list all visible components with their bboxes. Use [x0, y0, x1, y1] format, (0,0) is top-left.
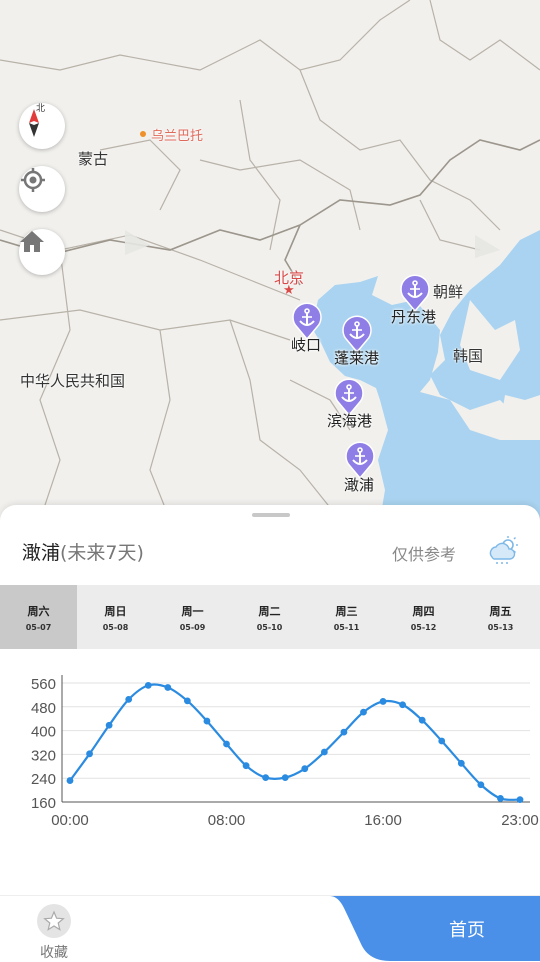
home-map-button[interactable]	[19, 229, 65, 275]
day-date: 05-08	[102, 623, 129, 632]
tide-data-point	[144, 681, 152, 689]
tide-data-point	[379, 698, 387, 705]
day-weekday: 周二	[258, 605, 281, 618]
locate-icon	[21, 168, 45, 192]
map-label-ulaanbaatar: 乌兰巴托	[151, 129, 204, 144]
compass-north-label: 北	[36, 104, 46, 114]
tide-data-point	[418, 716, 426, 724]
tide-panel: 澉浦(未来7天) 仅供参考 周六 05-07 周日 05-08 周一 05-09…	[0, 505, 540, 960]
tide-data-point	[399, 701, 407, 709]
tide-data-point	[164, 684, 172, 691]
panel-title: 澉浦(未来7天)	[22, 538, 144, 565]
favorites-button[interactable]: 收藏	[34, 904, 74, 962]
day-tab[interactable]: 周六 05-07	[0, 585, 77, 649]
tide-data-point	[457, 759, 465, 767]
tide-chart[interactable]: 160 240 320 400 480 560 00:00 08:00 16:00 23:00	[0, 665, 540, 835]
tide-data-point	[86, 750, 93, 758]
ulaanbaatar-marker-icon	[140, 131, 146, 137]
day-weekday: 周六	[27, 605, 50, 618]
tide-data-point	[340, 728, 348, 736]
port-label[interactable]: 丹东港	[391, 306, 436, 327]
star-icon	[43, 910, 65, 931]
forecast-range: (未来7天)	[60, 542, 144, 564]
day-date: 05-11	[333, 623, 360, 632]
home-button[interactable]	[330, 896, 540, 961]
tide-data-point	[360, 708, 367, 716]
day-weekday: 周三	[335, 605, 358, 618]
reference-note: 仅供参考	[392, 545, 457, 564]
map-canvas	[0, 0, 540, 520]
y-tick-label: 240	[31, 771, 56, 788]
y-tick-label: 480	[31, 700, 56, 717]
capital-star-icon: ★	[283, 283, 295, 298]
x-tick-label: 08:00	[208, 812, 246, 829]
day-tab[interactable]: 周四 05-12	[385, 585, 462, 649]
map-label-south-korea: 韩国	[453, 347, 484, 365]
drag-handle[interactable]	[252, 513, 290, 517]
home-button-label[interactable]: 首页	[449, 916, 485, 942]
tide-data-point	[223, 740, 230, 748]
y-tick-label: 400	[31, 724, 56, 741]
day-tab[interactable]: 周一 05-09	[154, 585, 231, 649]
tide-data-point	[301, 765, 309, 773]
port-label[interactable]: 岐口	[291, 334, 321, 355]
favorites-label: 收藏	[40, 945, 68, 961]
day-date: 05-09	[179, 623, 206, 632]
favorites-icon-wrap	[37, 904, 71, 938]
weather-icon	[489, 536, 518, 564]
day-weekday: 周一	[181, 605, 204, 618]
day-tab[interactable]: 周三 05-11	[308, 585, 385, 649]
port-name: 澉浦	[22, 542, 61, 564]
tide-data-point	[183, 697, 191, 705]
tide-data-point	[281, 774, 289, 782]
day-tabs: 周六 05-07 周日 05-08 周一 05-09 周二 05-10 周三 0…	[0, 585, 540, 649]
bottom-bar: 收藏 首页	[0, 895, 540, 961]
map-label-china: 中华人民共和国	[20, 372, 126, 390]
tide-data-point	[262, 774, 270, 782]
home-icon	[20, 231, 44, 252]
tide-data-point	[125, 695, 133, 703]
port-label[interactable]: 滨海港	[327, 410, 372, 431]
tide-data-point	[438, 737, 446, 745]
day-weekday: 周四	[412, 605, 435, 618]
map-label-north-korea: 朝鲜	[433, 283, 464, 301]
day-date: 05-12	[410, 623, 437, 632]
port-label[interactable]: 蓬莱港	[334, 347, 379, 368]
tide-data-point	[66, 777, 74, 784]
day-date: 05-10	[256, 623, 283, 632]
tide-data-point	[203, 717, 211, 725]
x-tick-label: 00:00	[51, 812, 89, 829]
port-label[interactable]: 澉浦	[344, 474, 374, 495]
tide-data-point	[105, 721, 113, 729]
y-tick-label: 160	[31, 795, 56, 812]
tide-data-point	[497, 795, 504, 802]
day-date: 05-07	[25, 623, 52, 632]
y-tick-label: 560	[31, 676, 56, 693]
map-label-mongolia: 蒙古	[78, 150, 109, 168]
day-weekday: 周日	[104, 605, 127, 618]
tide-data-point	[477, 781, 485, 789]
map-view[interactable]: 北 蒙古 乌兰巴托 中华人民共和国 北京 ★ 朝鲜 韩国 岐口 蓬莱港 丹东港 …	[0, 0, 540, 520]
x-tick-label: 23:00	[501, 812, 539, 829]
day-tab[interactable]: 周二 05-10	[231, 585, 308, 649]
day-tab[interactable]: 周五 05-13	[462, 585, 539, 649]
day-weekday: 周五	[489, 605, 512, 618]
port-marker-ganpu[interactable]	[344, 439, 376, 479]
day-tab[interactable]: 周日 05-08	[77, 585, 154, 649]
tide-data-point	[516, 796, 524, 804]
locate-button[interactable]	[19, 166, 65, 212]
tide-series-line	[69, 683, 521, 801]
tide-data-point	[320, 748, 328, 756]
day-date: 05-13	[487, 623, 514, 632]
y-tick-label: 320	[31, 747, 56, 764]
x-tick-label: 16:00	[364, 812, 402, 829]
tide-data-point	[242, 762, 250, 770]
